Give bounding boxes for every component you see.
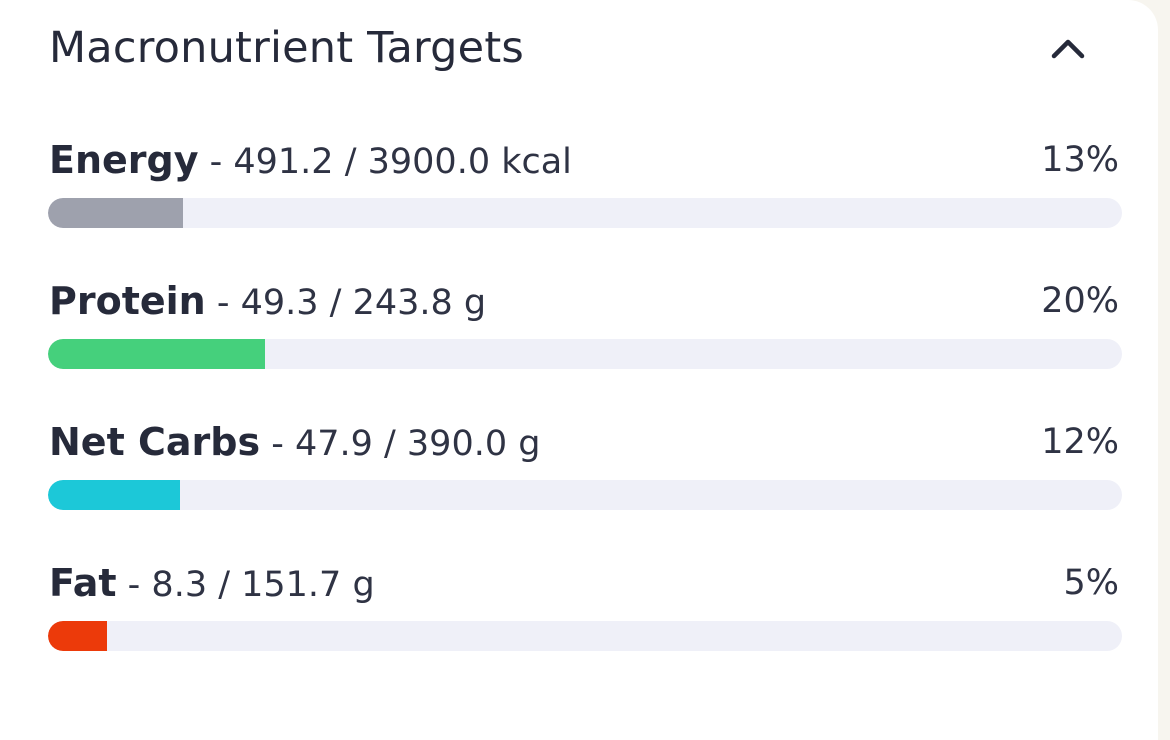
nutrient-percent: 20% [1041, 281, 1119, 321]
progress-track [48, 339, 1122, 369]
nutrient-name: Fat [49, 561, 117, 605]
nutrient-name: Net Carbs [49, 420, 261, 464]
nutrient-values: - 8.3 / 151.7 g [116, 565, 375, 605]
nutrient-label: Energy - 491.2 / 3900.0 kcal [49, 135, 572, 185]
nutrient-label: Fat - 8.3 / 151.7 g [49, 558, 375, 608]
card-title: Macronutrient Targets [49, 23, 524, 73]
progress-track [48, 621, 1122, 651]
nutrient-row-net-carbs: Net Carbs - 47.9 / 390.0 g 12% [48, 417, 1122, 510]
progress-track [48, 198, 1122, 228]
progress-fill [48, 198, 184, 228]
card-header[interactable]: Macronutrient Targets [49, 18, 1110, 78]
macronutrient-targets-card: Macronutrient Targets Energy - 491.2 / 3… [0, 0, 1158, 740]
progress-fill [48, 480, 181, 510]
nutrient-row-energy: Energy - 491.2 / 3900.0 kcal 13% [48, 135, 1122, 228]
chevron-up-icon [1051, 39, 1085, 59]
nutrient-name: Energy [49, 138, 199, 182]
nutrient-values: - 47.9 / 390.0 g [260, 424, 541, 464]
nutrient-percent: 13% [1041, 140, 1119, 180]
nutrient-label: Net Carbs - 47.9 / 390.0 g [49, 417, 540, 467]
progress-track [48, 480, 1122, 510]
progress-fill [48, 621, 108, 651]
progress-fill [48, 339, 265, 369]
nutrient-row-protein: Protein - 49.3 / 243.8 g 20% [48, 276, 1122, 369]
nutrient-row-fat: Fat - 8.3 / 151.7 g 5% [48, 558, 1122, 651]
nutrient-values: - 49.3 / 243.8 g [205, 283, 487, 323]
nutrient-label: Protein - 49.3 / 243.8 g [49, 276, 486, 326]
nutrient-values: - 491.2 / 3900.0 kcal [198, 142, 572, 182]
nutrient-percent: 12% [1041, 422, 1119, 462]
nutrient-percent: 5% [1063, 563, 1119, 603]
nutrient-name: Protein [49, 279, 206, 323]
collapse-button[interactable] [1046, 26, 1090, 70]
